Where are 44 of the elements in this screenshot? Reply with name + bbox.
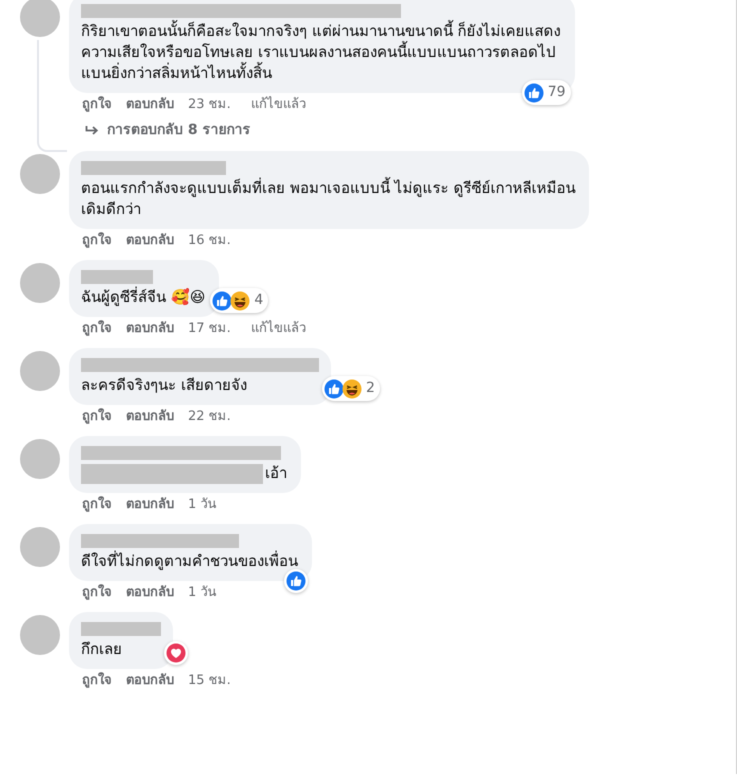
- timestamp[interactable]: 1 วัน: [188, 584, 216, 602]
- avatar[interactable]: [20, 351, 60, 391]
- comment-text: ดีใจที่ไม่กดดูตามคำชวนของเพื่อน: [81, 551, 299, 572]
- timestamp[interactable]: 17 ชม.: [188, 320, 231, 338]
- avatar[interactable]: [20, 615, 60, 655]
- comment-text: กึกเลย: [81, 639, 123, 660]
- like-link[interactable]: ถูกใจ: [82, 96, 112, 114]
- reply-link[interactable]: ตอบกลับ: [126, 584, 174, 602]
- timestamp[interactable]: 23 ชม.: [188, 96, 231, 114]
- like-link[interactable]: ถูกใจ: [82, 672, 112, 690]
- like-link[interactable]: ถูกใจ: [82, 584, 112, 602]
- comment-text: ละครดีจริงๆนะ เสียดายจัง: [81, 375, 248, 396]
- like-link[interactable]: ถูกใจ: [82, 496, 112, 514]
- avatar[interactable]: [20, 0, 60, 37]
- reply-link[interactable]: ตอบกลับ: [126, 408, 174, 426]
- reply-link[interactable]: ตอบกลับ: [126, 232, 174, 250]
- reaction-count: 2: [366, 379, 375, 398]
- timestamp[interactable]: 15 ชม.: [188, 672, 231, 690]
- reply-arrow-icon: [85, 124, 99, 136]
- reaction-count: 79: [548, 83, 566, 102]
- reply-link[interactable]: ตอบกลับ: [126, 672, 174, 690]
- comment-text: เอ้า: [265, 463, 288, 484]
- comment-text: ตอนแรกกำลังจะดูแบบเต็มที่เลย พอมาเจอแบบนี้ ไม่ดูแระ ดูรีซีย์เกาหลีเหมือน เดิมดีกว่า: [81, 178, 576, 220]
- reply-link[interactable]: ตอบกลับ: [126, 320, 174, 338]
- avatar[interactable]: [20, 527, 60, 567]
- avatar[interactable]: [20, 263, 60, 303]
- reply-link[interactable]: ตอบกลับ: [126, 496, 174, 514]
- avatar[interactable]: [20, 154, 60, 194]
- avatar[interactable]: [20, 439, 60, 479]
- timestamp[interactable]: 1 วัน: [188, 496, 216, 514]
- reply-link[interactable]: ตอบกลับ: [126, 96, 174, 114]
- edited-label: แก้ไขแล้ว: [250, 96, 306, 114]
- comment-text: ฉันผู้ดูซีรี่ส์จีน 🥰😆: [81, 287, 206, 308]
- edited-label: แก้ไขแล้ว: [250, 320, 306, 338]
- reaction-badge[interactable]: 79: [522, 80, 571, 105]
- timestamp[interactable]: 16 ชม.: [188, 232, 231, 250]
- like-link[interactable]: ถูกใจ: [82, 320, 112, 338]
- like-link[interactable]: ถูกใจ: [82, 408, 112, 426]
- view-replies-link[interactable]: การตอบกลับ 8 รายการ: [85, 120, 250, 141]
- like-link[interactable]: ถูกใจ: [82, 232, 112, 250]
- reaction-count: 4: [254, 291, 264, 310]
- reaction-badge[interactable]: 4: [210, 288, 268, 313]
- timestamp[interactable]: 22 ชม.: [188, 408, 231, 426]
- reaction-badge[interactable]: 2: [322, 376, 380, 401]
